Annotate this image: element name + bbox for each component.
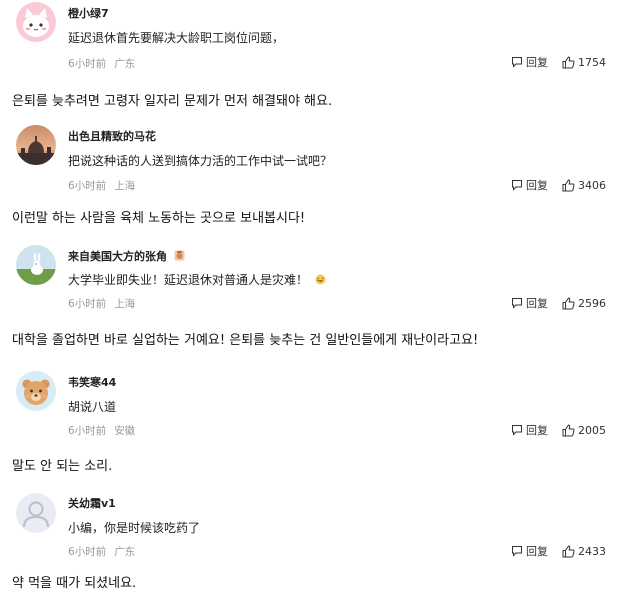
comment-meta: 6小时前 安徽 bbox=[68, 423, 135, 438]
comment-time: 6小时前 bbox=[68, 298, 107, 310]
comment-username[interactable]: 橙小绿7 bbox=[68, 5, 109, 21]
reply-button[interactable]: 回复 bbox=[511, 422, 548, 438]
comment-translation: 약 먹을 때가 되셨네요. bbox=[12, 576, 137, 591]
thumbs-up-icon bbox=[562, 55, 575, 68]
reply-button[interactable]: 回复 bbox=[511, 295, 548, 311]
laughing-emoji-icon bbox=[315, 274, 326, 285]
comment-location: 广东 bbox=[114, 546, 136, 558]
comment-meta: 6小时前 上海 bbox=[68, 296, 135, 311]
reply-button[interactable]: 回复 bbox=[511, 177, 548, 193]
reply-icon bbox=[512, 57, 522, 68]
like-button[interactable]: 1754 bbox=[562, 56, 606, 69]
comment-username[interactable]: 韦笑寒44 bbox=[68, 374, 116, 390]
comment-translation: 은퇴를 늦추려면 고령자 일자리 문제가 먼저 해결돼야 해요. bbox=[12, 94, 333, 109]
like-count: 1754 bbox=[578, 55, 606, 69]
comment-actions: 回复 3406 bbox=[511, 177, 606, 193]
comment-translation: 이런말 하는 사람을 육체 노동하는 곳으로 보내봅시다! bbox=[12, 211, 306, 226]
thumbs-up-icon bbox=[562, 544, 575, 557]
comment-actions: 回复 2596 bbox=[511, 295, 606, 311]
comment-time: 6小时前 bbox=[68, 180, 107, 192]
thumbs-up-icon bbox=[562, 423, 575, 436]
like-button[interactable]: 2005 bbox=[562, 424, 606, 437]
comment-actions: 回复 2005 bbox=[511, 422, 606, 438]
comment-content-text: 大学毕业即失业！延迟退休对普通人是灾难！ bbox=[68, 273, 309, 287]
comment-actions: 回复 2433 bbox=[511, 543, 606, 559]
comment-username[interactable]: 出色且精致的马花 bbox=[68, 128, 156, 144]
comment-translation: 대학을 졸업하면 바로 실업하는 거예요! 은퇴를 늦추는 건 일반인들에게 재… bbox=[12, 333, 479, 348]
reply-icon bbox=[512, 546, 522, 557]
comment-actions: 回复 1754 bbox=[511, 54, 606, 70]
comment-translation: 말도 안 되는 소리. bbox=[12, 459, 113, 474]
reply-label: 回复 bbox=[526, 297, 548, 310]
reply-label: 回复 bbox=[526, 545, 548, 558]
reply-icon bbox=[512, 425, 522, 436]
reply-label: 回复 bbox=[526, 56, 548, 69]
comment-content: 胡说八道 bbox=[68, 400, 117, 414]
reply-icon bbox=[512, 180, 522, 191]
comment-time: 6小时前 bbox=[68, 425, 107, 437]
comment-location: 上海 bbox=[114, 180, 136, 192]
comment-meta: 6小时前 广东 bbox=[68, 56, 135, 71]
like-button[interactable]: 2596 bbox=[562, 297, 606, 310]
comment-content: 小编，你是时候该吃药了 bbox=[68, 521, 201, 535]
reply-label: 回复 bbox=[526, 179, 548, 192]
bear-avatar[interactable] bbox=[16, 371, 56, 411]
like-button[interactable]: 3406 bbox=[562, 179, 606, 192]
comment-location: 上海 bbox=[114, 298, 136, 310]
comment-content: 延迟退休首先要解决大龄职工岗位问题， bbox=[68, 31, 285, 45]
like-count: 2005 bbox=[578, 423, 606, 437]
comment-content: 把说这种话的人送到搞体力活的工作中试一试吧？ bbox=[68, 154, 333, 168]
pink-cat-avatar[interactable] bbox=[16, 2, 56, 42]
like-count: 2433 bbox=[578, 544, 606, 558]
comment-content: 大学毕业即失业！延迟退休对普通人是灾难！ bbox=[68, 271, 326, 288]
thumbs-up-icon bbox=[562, 178, 575, 191]
comment-meta: 6小时前 上海 bbox=[68, 178, 135, 193]
comment-username[interactable]: 关幼霜v1 bbox=[68, 495, 116, 511]
thumbs-up-icon bbox=[562, 296, 575, 309]
like-count: 3406 bbox=[578, 178, 606, 192]
comment-time: 6小时前 bbox=[68, 58, 107, 70]
reply-button[interactable]: 回复 bbox=[511, 54, 548, 70]
reply-icon bbox=[512, 298, 522, 309]
comment-time: 6小时前 bbox=[68, 546, 107, 558]
comment-location: 广东 bbox=[114, 58, 136, 70]
comment-meta: 6小时前 广东 bbox=[68, 544, 135, 559]
default-user-avatar[interactable] bbox=[16, 493, 56, 533]
rabbit-meadow-avatar[interactable] bbox=[16, 245, 56, 285]
reply-button[interactable]: 回复 bbox=[511, 543, 548, 559]
comment-username-text[interactable]: 来自美国大方的张角 bbox=[68, 250, 167, 263]
comment-location: 安徽 bbox=[114, 425, 136, 437]
reply-label: 回复 bbox=[526, 424, 548, 437]
sunset-cathedral-avatar[interactable] bbox=[16, 125, 56, 165]
comment-username: 来自美国大方的张角 bbox=[68, 248, 185, 264]
like-count: 2596 bbox=[578, 296, 606, 310]
like-button[interactable]: 2433 bbox=[562, 545, 606, 558]
medal-badge-icon bbox=[174, 250, 185, 261]
